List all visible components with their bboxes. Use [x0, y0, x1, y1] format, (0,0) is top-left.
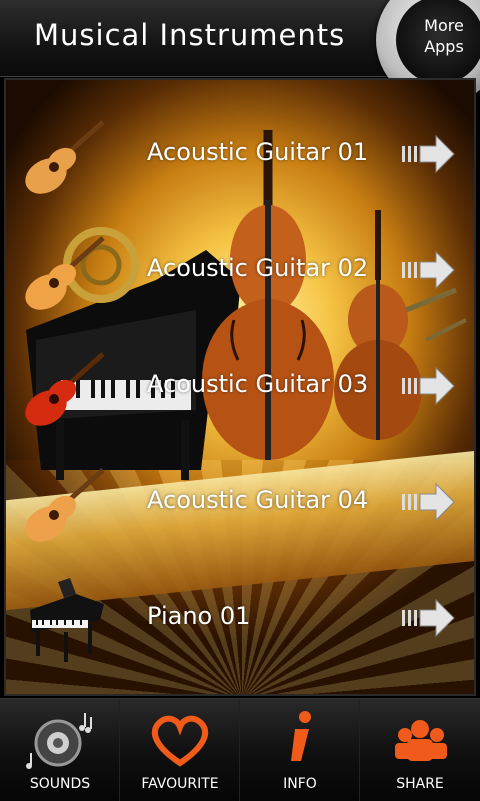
app-title: Musical Instruments [34, 18, 346, 52]
info-icon [291, 711, 311, 761]
tab-info[interactable]: INFO [240, 699, 360, 801]
bottom-nav-bar: SOUNDS FAVOURITE INFO SHARE [0, 698, 480, 801]
acoustic-guitar-icon [25, 236, 105, 310]
tab-label: SOUNDS [29, 776, 91, 792]
list-item[interactable]: Acoustic Guitar 02 [6, 226, 474, 326]
tab-label: INFO [283, 776, 317, 792]
acoustic-guitar-icon [25, 120, 105, 194]
speaker-notes-icon [26, 713, 92, 769]
tab-sounds[interactable]: SOUNDS [0, 699, 120, 801]
tab-share[interactable]: SHARE [360, 699, 480, 801]
list-item[interactable]: Acoustic Guitar 03 [6, 342, 474, 442]
play-arrow-icon[interactable] [400, 482, 456, 522]
list-item[interactable]: Piano 01 [6, 574, 474, 674]
list-item[interactable]: Acoustic Guitar 01 [6, 110, 474, 210]
list-item-label: Piano 01 [147, 602, 251, 630]
list-item-label: Acoustic Guitar 02 [147, 254, 369, 282]
more-apps-label[interactable]: More Apps [404, 15, 480, 57]
red-guitar-icon [25, 352, 105, 426]
list-item-label: Acoustic Guitar 04 [147, 486, 369, 514]
heart-icon [152, 715, 208, 767]
list-item[interactable]: Acoustic Guitar 04 [6, 458, 474, 558]
instrument-stage: Acoustic Guitar 01 Acoustic Guitar 02 Ac… [4, 78, 476, 696]
tab-label: FAVOURITE [141, 776, 219, 792]
play-arrow-icon[interactable] [400, 250, 456, 290]
people-icon [395, 720, 447, 761]
play-arrow-icon[interactable] [400, 598, 456, 638]
acoustic-guitar-icon [25, 468, 105, 542]
play-arrow-icon[interactable] [400, 134, 456, 174]
play-arrow-icon[interactable] [400, 366, 456, 406]
list-item-label: Acoustic Guitar 03 [147, 370, 369, 398]
tab-label: SHARE [396, 776, 444, 792]
grand-piano-icon [30, 578, 104, 662]
tab-favourite[interactable]: FAVOURITE [120, 699, 240, 801]
list-item-label: Acoustic Guitar 01 [147, 138, 369, 166]
